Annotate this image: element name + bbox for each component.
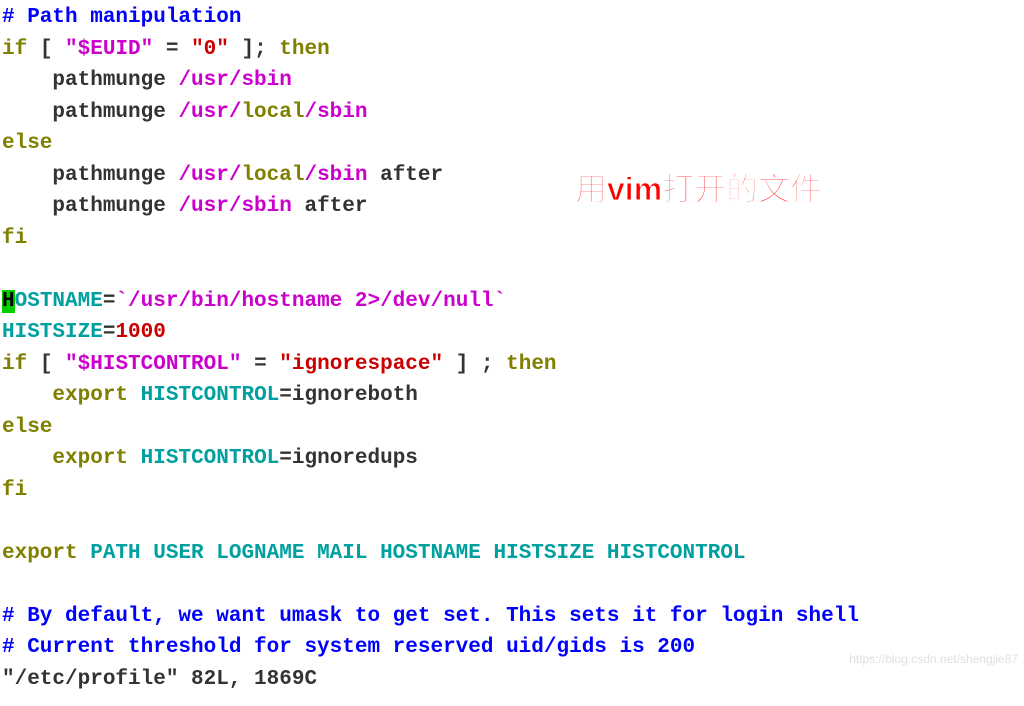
vim-editor[interactable]: # Path manipulation if [ "$EUID" = "0" ]… [2,2,1022,695]
code-line: export HISTCONTROL=ignoreboth [2,380,1022,412]
code-line: # Path manipulation [2,2,1022,34]
code-line: HISTSIZE=1000 [2,317,1022,349]
code-line: pathmunge /usr/local/sbin after [2,160,1022,192]
blank-line [2,506,1022,538]
code-line: pathmunge /usr/sbin after [2,191,1022,223]
cursor-position: H [2,290,15,313]
code-line: pathmunge /usr/sbin [2,65,1022,97]
code-line: fi [2,223,1022,255]
blank-line [2,569,1022,601]
code-line: if [ "$EUID" = "0" ]; then [2,34,1022,66]
code-line: if [ "$HISTCONTROL" = "ignorespace" ] ; … [2,349,1022,381]
blank-line [2,254,1022,286]
code-line: else [2,412,1022,444]
code-line: # By default, we want umask to get set. … [2,601,1022,633]
code-line: export PATH USER LOGNAME MAIL HOSTNAME H… [2,538,1022,570]
vim-status-line: "/etc/profile" 82L, 1869C [2,664,1022,696]
code-line: else [2,128,1022,160]
watermark-text: https://blog.csdn.net/shengjie87 [849,650,1018,668]
annotation-label: 用vim打开的文件 [575,165,822,213]
code-line: HOSTNAME=`/usr/bin/hostname 2>/dev/null` [2,286,1022,318]
code-line: pathmunge /usr/local/sbin [2,97,1022,129]
code-line: fi [2,475,1022,507]
code-line: export HISTCONTROL=ignoredups [2,443,1022,475]
